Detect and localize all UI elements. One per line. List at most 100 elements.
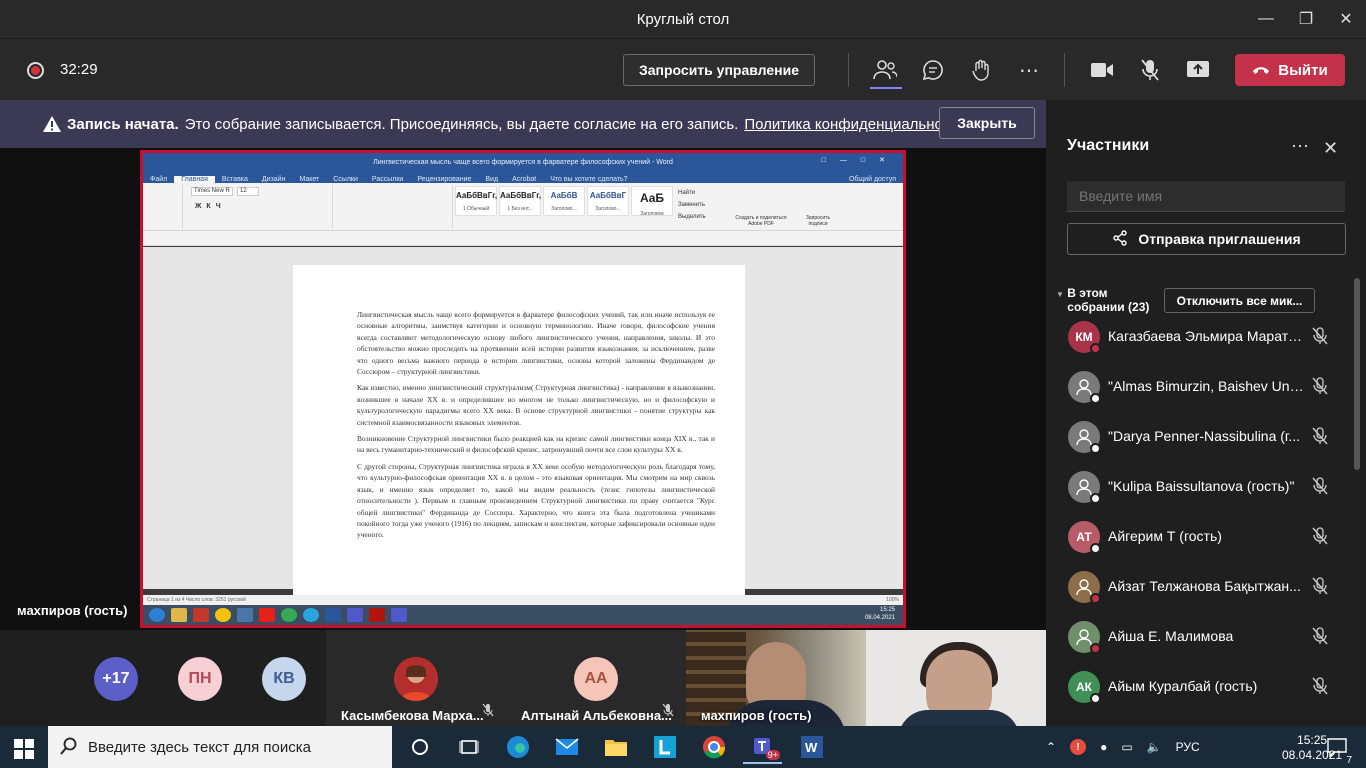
teams-icon[interactable]: 9+: [743, 730, 782, 764]
word-tab[interactable]: Вставка: [215, 176, 255, 183]
chrome-icon[interactable]: [694, 730, 733, 764]
chat-icon[interactable]: [918, 55, 948, 85]
share-invite-button[interactable]: Отправка приглашения: [1067, 223, 1346, 255]
leave-label: Выйти: [1278, 61, 1328, 79]
network-icon[interactable]: ▭: [1121, 740, 1132, 754]
word-tab-active[interactable]: Главная: [174, 176, 215, 183]
request-signatures-button[interactable]: Запросить подписи: [798, 215, 838, 227]
share-screen-icon[interactable]: [1183, 55, 1213, 85]
mic-off-icon[interactable]: [1135, 55, 1165, 85]
mic-off-icon[interactable]: [1312, 677, 1328, 700]
style-normal[interactable]: АаБбВвГг, 1 Обычный: [455, 186, 497, 216]
microphone-icon[interactable]: ●: [1100, 740, 1107, 754]
mail-icon[interactable]: [547, 730, 586, 764]
word-tab[interactable]: Рассылки: [365, 176, 410, 183]
notification-center-icon[interactable]: 7: [1326, 737, 1352, 766]
style-heading1[interactable]: АаБбВ Заголово...: [543, 186, 585, 216]
participant-row[interactable]: Айзат Телжанова Бақытжан...: [1046, 562, 1356, 612]
adobe-pdf-button[interactable]: Создать и поделиться Adobe PDF: [731, 215, 791, 227]
edge-icon[interactable]: [498, 730, 537, 764]
request-control-button[interactable]: Запросить управление: [623, 54, 815, 86]
close-icon[interactable]: ✕: [1323, 138, 1338, 159]
word-tell-me[interactable]: Что вы хотите сделать?: [543, 176, 634, 183]
word-icon[interactable]: W: [792, 730, 831, 764]
editing-group[interactable]: Найти Заменить Выделить: [678, 187, 706, 223]
participant-name: Касымбекова Марха...: [341, 708, 484, 723]
invite-label: Отправка приглашения: [1138, 231, 1301, 247]
remote-acrobat-icon: [369, 608, 385, 622]
chevron-up-icon[interactable]: ⌃: [1046, 740, 1056, 754]
privacy-policy-link[interactable]: Политика конфиденциальности: [744, 116, 965, 133]
word-tab[interactable]: Макет: [292, 176, 326, 183]
presence-status-icon: [1090, 693, 1101, 704]
presence-status-icon: [1090, 493, 1101, 504]
more-actions-icon[interactable]: ⋯: [1014, 55, 1044, 85]
style-title[interactable]: АаБ Заголовок: [631, 186, 673, 217]
file-explorer-icon[interactable]: [596, 730, 635, 764]
participant-row[interactable]: АТ Айгерим Т (гость): [1046, 512, 1356, 562]
style-heading2[interactable]: АаБбВвГ Заголово...: [587, 186, 629, 216]
clipboard-group: [143, 185, 183, 229]
leave-button[interactable]: Выйти: [1235, 54, 1345, 86]
taskbar-apps: 9+ W: [400, 730, 831, 764]
close-window-button[interactable]: ✕: [1326, 0, 1366, 38]
raise-hand-icon[interactable]: [966, 55, 996, 85]
word-tab[interactable]: Файл: [143, 176, 174, 183]
close-banner-button[interactable]: Закрыть: [939, 107, 1035, 139]
alert-icon[interactable]: !: [1070, 739, 1087, 755]
keyboard-language[interactable]: РУС: [1176, 740, 1200, 754]
participant-tile: Касымбекова Марха...: [326, 630, 506, 726]
word-tab[interactable]: Дизайн: [255, 176, 293, 183]
meeting-toolbar: 32:29 Запросить управление ⋯ Выйти: [0, 38, 1366, 100]
windows-start-icon[interactable]: [14, 739, 34, 764]
word-share-button[interactable]: Общий доступ: [842, 176, 903, 183]
participants-panel: Участники ⋯ ✕ Отправка приглашения ▼ В э…: [1046, 100, 1366, 726]
cortana-icon[interactable]: [400, 730, 439, 764]
mic-off-icon[interactable]: [1312, 327, 1328, 350]
mic-off-icon[interactable]: [1312, 427, 1328, 450]
mic-off-icon: [482, 703, 494, 722]
volume-icon[interactable]: 🔈: [1147, 740, 1162, 754]
participant-row[interactable]: АК Айым Куралбай (гость): [1046, 662, 1356, 712]
taskbar-search-input[interactable]: Введите здесь текст для поиска: [48, 726, 392, 768]
more-options-icon[interactable]: ⋯: [1291, 136, 1309, 157]
participants-icon[interactable]: [870, 55, 900, 85]
mic-off-icon[interactable]: [1312, 527, 1328, 550]
minimize-button[interactable]: —: [1246, 0, 1286, 38]
camera-icon[interactable]: [1087, 55, 1117, 85]
mute-all-button[interactable]: Отключить все мик...: [1164, 288, 1315, 313]
mic-off-icon[interactable]: [1312, 577, 1328, 600]
paragraph-group: [333, 185, 453, 229]
word-ribbon: Times New R 12 ЖКЧ АаБбВвГг, 1 Обычный Аа…: [143, 183, 903, 231]
lingvo-icon[interactable]: [645, 730, 684, 764]
participant-row[interactable]: "Darya Penner-Nassibulina (г...: [1046, 412, 1356, 462]
word-tab[interactable]: Ссылки: [326, 176, 365, 183]
active-tab-indicator: [870, 87, 902, 89]
remote-start-icon: [149, 608, 165, 622]
maximize-button[interactable]: ❐: [1286, 0, 1326, 38]
participant-row[interactable]: "Almas Bimurzin, Baishev Uni...: [1046, 362, 1356, 412]
panel-scrollbar[interactable]: [1354, 278, 1360, 470]
mic-off-icon[interactable]: [1312, 477, 1328, 500]
more-participants-badge[interactable]: +17: [94, 657, 138, 701]
participant-row[interactable]: "Kulipa Baissultanova (гость)": [1046, 462, 1356, 512]
participant-row[interactable]: Айша Е. Малимова: [1046, 612, 1356, 662]
remote-teams-icon: [391, 608, 407, 622]
presence-status-icon: [1090, 643, 1101, 654]
mic-off-icon[interactable]: [1312, 377, 1328, 400]
section-header[interactable]: ▼ В этом собрании (23): [1056, 286, 1165, 314]
task-view-icon[interactable]: [449, 730, 488, 764]
mic-off-icon[interactable]: [1312, 627, 1328, 650]
participant-row[interactable]: КМ Кагазбаева Эльмира Марато...: [1046, 312, 1356, 362]
word-tab[interactable]: Вид: [478, 176, 505, 183]
share-icon: [1112, 229, 1128, 249]
participant-search-input[interactable]: [1067, 181, 1345, 212]
warning-icon: [42, 114, 62, 134]
word-tab[interactable]: Рецензирование: [410, 176, 478, 183]
word-title-bar: Лингвистическая мысль чаще всего формиру…: [143, 153, 903, 171]
participant-name: Айша Е. Малимова: [1108, 628, 1234, 644]
style-no-spacing[interactable]: АаБбВвГг, 1 Без инт...: [499, 186, 541, 216]
document-page[interactable]: Лингвистическая мысль чаще всего формиру…: [293, 265, 745, 605]
word-tab[interactable]: Acrobat: [505, 176, 543, 183]
word-status-bar: Страница 1 из 4 Число слов: 3251 русский…: [143, 595, 903, 605]
